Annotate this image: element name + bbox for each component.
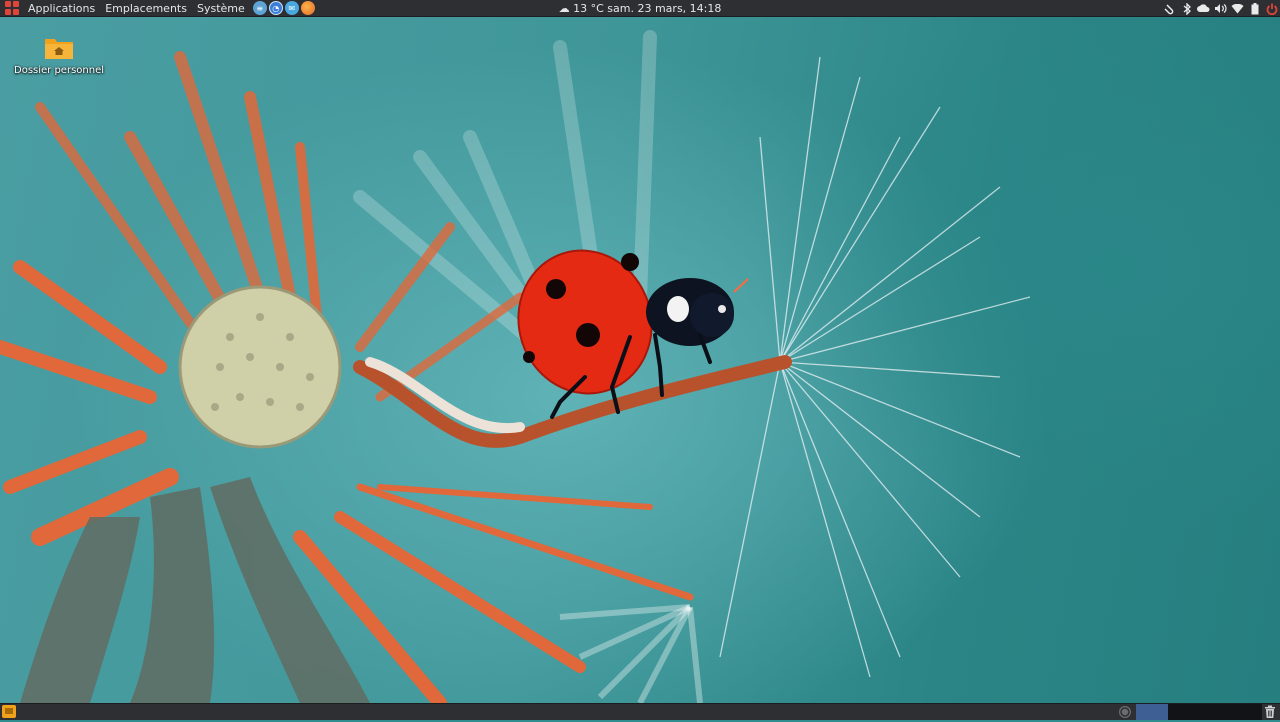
clip-icon[interactable] xyxy=(1163,2,1176,15)
volume-icon[interactable] xyxy=(1214,2,1227,15)
cloud-icon: ☁ xyxy=(558,2,570,15)
firefox-icon[interactable] xyxy=(300,1,315,15)
top-panel: Applications Emplacements Système ≡ ◔ ✉ … xyxy=(0,0,1280,17)
system-tray xyxy=(1163,0,1278,17)
wallpaper-art xyxy=(0,30,1031,703)
desktop-wallpaper xyxy=(0,17,1280,703)
desktop-icon xyxy=(5,708,13,714)
applications-menu[interactable]: Applications xyxy=(23,0,100,17)
workspace-2[interactable] xyxy=(1168,704,1262,720)
folder-icon xyxy=(44,36,74,60)
distro-logo-icon[interactable] xyxy=(5,1,19,15)
bluetooth-icon[interactable] xyxy=(1180,2,1193,15)
places-menu[interactable]: Emplacements xyxy=(100,0,192,17)
wifi-icon[interactable] xyxy=(1231,2,1244,15)
power-icon[interactable] xyxy=(1265,2,1278,15)
workspace-1[interactable] xyxy=(1136,704,1168,720)
show-desktop-button[interactable] xyxy=(2,705,16,718)
battery-icon[interactable] xyxy=(1248,2,1261,15)
trash-icon[interactable] xyxy=(1264,705,1276,719)
cloud-icon[interactable] xyxy=(1197,2,1210,15)
home-folder-desktop-icon[interactable]: Dossier personnel xyxy=(14,36,104,76)
bottom-panel xyxy=(0,703,1280,720)
home-folder-label: Dossier personnel xyxy=(14,65,105,76)
launcher-group: ≡ ◔ ✉ xyxy=(252,1,315,15)
mail-icon[interactable]: ✉ xyxy=(284,1,299,15)
weather-temperature[interactable]: 13 °C xyxy=(573,2,604,15)
system-menu[interactable]: Système xyxy=(192,0,250,17)
text-editor-icon[interactable]: ≡ xyxy=(252,1,267,15)
browser-icon[interactable]: ◔ xyxy=(268,1,283,15)
workspace-switcher-icon[interactable] xyxy=(1116,705,1134,719)
date-time[interactable]: sam. 23 mars, 14:18 xyxy=(607,2,721,15)
